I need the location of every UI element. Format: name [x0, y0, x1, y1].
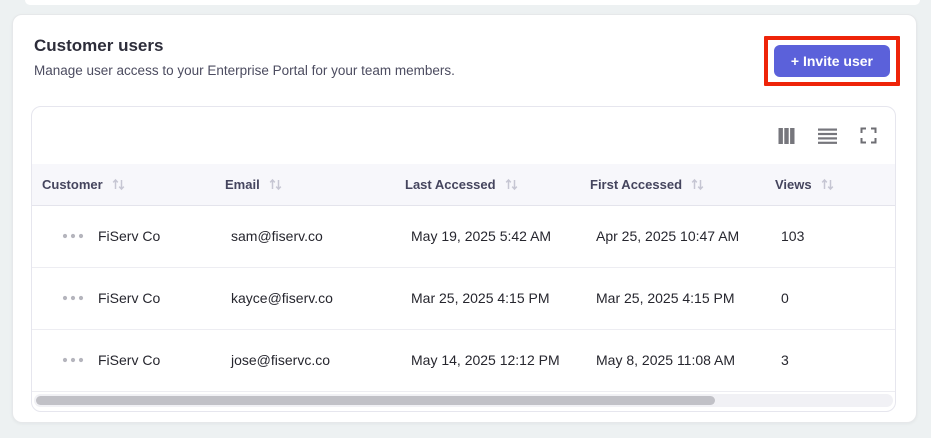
customer-cell: FiServ Co: [32, 329, 215, 392]
table-row: FiServ Co kayce@fiserv.co Mar 25, 2025 4…: [32, 267, 895, 330]
column-label: Last Accessed: [405, 176, 496, 192]
row-actions-button[interactable]: [62, 357, 84, 363]
views-cell: 103: [765, 205, 895, 268]
invite-user-button[interactable]: + Invite user: [773, 45, 890, 77]
rows-icon[interactable]: [818, 128, 837, 144]
table-header-row: Customer Email Last Accessed First Acces…: [32, 164, 895, 206]
customer-name: FiServ Co: [98, 352, 161, 368]
table-panel: Customer Email Last Accessed First Acces…: [31, 106, 896, 412]
column-label: Email: [225, 176, 260, 192]
column-header-last-accessed[interactable]: Last Accessed: [395, 164, 580, 206]
column-label: Customer: [42, 176, 103, 192]
customer-users-table: Customer Email Last Accessed First Acces…: [32, 164, 895, 392]
column-header-customer[interactable]: Customer: [32, 164, 215, 206]
email-cell: jose@fiservc.co: [215, 329, 395, 392]
red-annotation-box: + Invite user: [763, 36, 900, 86]
title-block: Customer users Manage user access to you…: [34, 36, 455, 78]
column-label: Views: [775, 176, 812, 192]
table-row: FiServ Co sam@fiserv.co May 19, 2025 5:4…: [32, 205, 895, 268]
sort-icon[interactable]: [691, 178, 704, 191]
first-accessed-cell: May 8, 2025 11:08 AM: [580, 329, 765, 392]
table-row: FiServ Co jose@fiservc.co May 14, 2025 1…: [32, 329, 895, 392]
customer-users-card: Customer users Manage user access to you…: [12, 14, 917, 423]
row-actions-button[interactable]: [62, 295, 84, 301]
column-header-email[interactable]: Email: [215, 164, 395, 206]
first-accessed-cell: Apr 25, 2025 10:47 AM: [580, 205, 765, 268]
customer-cell: FiServ Co: [32, 267, 215, 330]
customer-name: FiServ Co: [98, 290, 161, 306]
email-cell: sam@fiserv.co: [215, 205, 395, 268]
fullscreen-icon[interactable]: [860, 127, 877, 144]
column-header-views[interactable]: Views: [765, 164, 895, 206]
previous-card-edge: [25, 0, 920, 5]
sort-icon[interactable]: [505, 178, 518, 191]
page-title: Customer users: [34, 36, 164, 55]
email-cell: kayce@fiserv.co: [215, 267, 395, 330]
scrollbar-thumb[interactable]: [36, 395, 715, 405]
last-accessed-cell: May 14, 2025 12:12 PM: [395, 329, 580, 392]
sort-icon[interactable]: [112, 178, 125, 191]
last-accessed-cell: May 19, 2025 5:42 AM: [395, 205, 580, 268]
column-header-first-accessed[interactable]: First Accessed: [580, 164, 765, 206]
table-toolbar: [32, 107, 895, 164]
last-accessed-cell: Mar 25, 2025 4:15 PM: [395, 267, 580, 330]
row-actions-button[interactable]: [62, 233, 84, 239]
horizontal-scrollbar[interactable]: [34, 393, 893, 407]
views-cell: 3: [765, 329, 895, 392]
column-label: First Accessed: [590, 176, 683, 192]
customer-name: FiServ Co: [98, 228, 161, 244]
card-header: Customer users Manage user access to you…: [13, 15, 916, 86]
columns-icon[interactable]: [778, 127, 795, 144]
sort-icon[interactable]: [821, 178, 834, 191]
customer-cell: FiServ Co: [32, 205, 215, 268]
sort-icon[interactable]: [269, 178, 282, 191]
first-accessed-cell: Mar 25, 2025 4:15 PM: [580, 267, 765, 330]
page-subtitle: Manage user access to your Enterprise Po…: [34, 63, 455, 78]
views-cell: 0: [765, 267, 895, 330]
